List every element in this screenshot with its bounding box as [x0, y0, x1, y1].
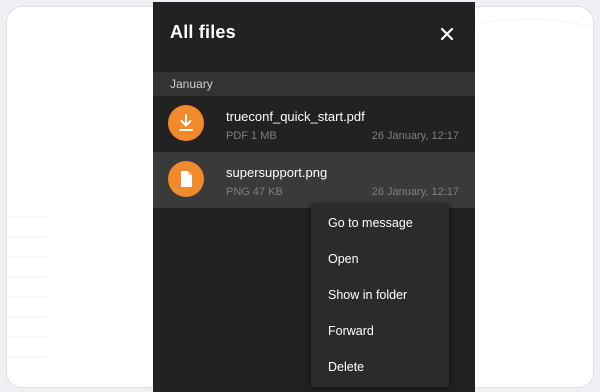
section-label: January — [170, 77, 213, 91]
month-section-header: January — [153, 72, 475, 96]
context-menu: Go to message Open Show in folder Forwar… — [311, 203, 449, 387]
decorative-lines — [7, 216, 47, 358]
file-icon — [168, 161, 204, 197]
file-date: 26 January, 12:17 — [371, 130, 459, 142]
menu-item-delete[interactable]: Delete — [311, 349, 449, 385]
close-button[interactable] — [435, 22, 459, 46]
file-meta: PNG 47 KB — [226, 186, 283, 198]
panel-header: All files — [153, 2, 475, 68]
menu-item-go-to-message[interactable]: Go to message — [311, 205, 449, 241]
menu-item-forward[interactable]: Forward — [311, 313, 449, 349]
file-name: supersupport.png — [226, 165, 328, 180]
panel-title: All files — [170, 22, 236, 42]
file-row[interactable]: supersupport.png PNG 47 KB 26 January, 1… — [153, 152, 475, 208]
close-icon — [440, 27, 454, 41]
menu-item-open[interactable]: Open — [311, 241, 449, 277]
file-date: 26 January, 12:17 — [371, 186, 459, 198]
file-row[interactable]: trueconf_quick_start.pdf PDF 1 MB 26 Jan… — [153, 96, 475, 152]
file-meta: PDF 1 MB — [226, 130, 277, 142]
file-name: trueconf_quick_start.pdf — [226, 109, 365, 124]
download-icon[interactable] — [168, 105, 204, 141]
menu-item-show-in-folder[interactable]: Show in folder — [311, 277, 449, 313]
